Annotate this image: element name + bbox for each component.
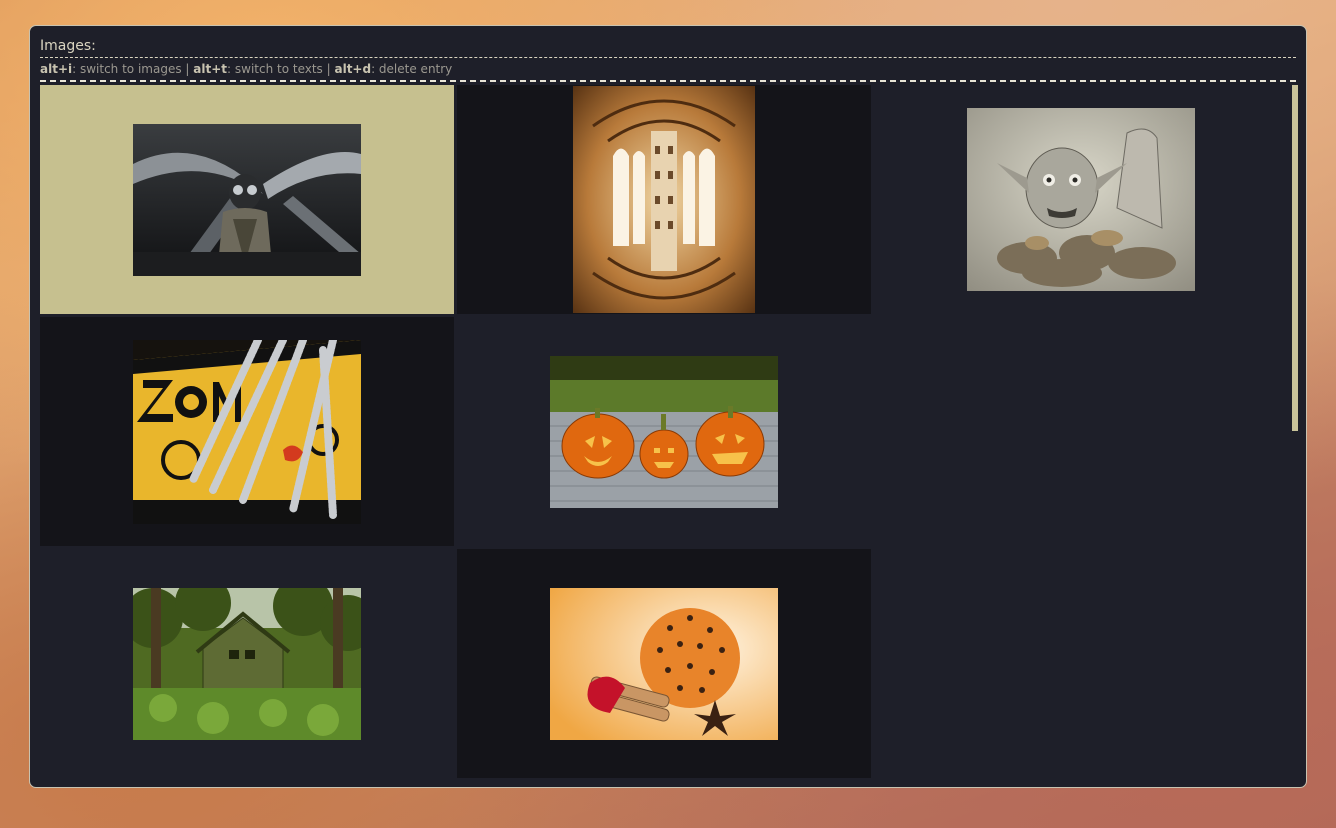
- image-entry-6[interactable]: [40, 549, 454, 778]
- shortcut-key-texts: alt+t: [193, 62, 228, 76]
- image-entry-5[interactable]: [457, 317, 871, 546]
- help-separator: |: [181, 62, 194, 76]
- thumbnail-stone-troll-sculpture: [967, 108, 1195, 291]
- shortcut-desc-images: : switch to images: [72, 62, 182, 76]
- title-divider: [40, 57, 1296, 58]
- shortcut-desc-texts: : switch to texts: [227, 62, 323, 76]
- grid-empty-slot: [874, 549, 1288, 778]
- thumbnail-arched-colonnade: [573, 86, 755, 313]
- shortcut-desc-delete: : delete entry: [371, 62, 453, 76]
- image-grid: [40, 85, 1289, 780]
- shortcut-help: alt+i: switch to images | alt+t: switch …: [40, 62, 452, 76]
- image-entry-4[interactable]: [40, 317, 454, 546]
- thumbnail-zombie-warning-sign: [133, 339, 361, 524]
- scrollbar-thumb[interactable]: [1292, 85, 1298, 431]
- thumbnail-overgrown-house: [133, 587, 361, 740]
- thumbnail-clove-orange: [550, 587, 778, 740]
- panel-title: Images:: [40, 38, 96, 54]
- help-separator: |: [322, 62, 335, 76]
- shortcut-key-delete: alt+d: [334, 62, 372, 76]
- clipboard-window: Images: alt+i: switch to images | alt+t:…: [29, 25, 1307, 788]
- thumbnail-carved-pumpkins: [550, 355, 778, 508]
- image-entry-1[interactable]: [40, 85, 454, 314]
- image-entry-2[interactable]: [457, 85, 871, 314]
- help-divider: [40, 80, 1296, 82]
- thumbnail-gas-mask-pilot: [133, 123, 361, 276]
- image-entry-7[interactable]: [457, 549, 871, 778]
- grid-empty-slot: [874, 317, 1288, 546]
- shortcut-key-images: alt+i: [40, 62, 73, 76]
- image-entry-3[interactable]: [874, 85, 1288, 314]
